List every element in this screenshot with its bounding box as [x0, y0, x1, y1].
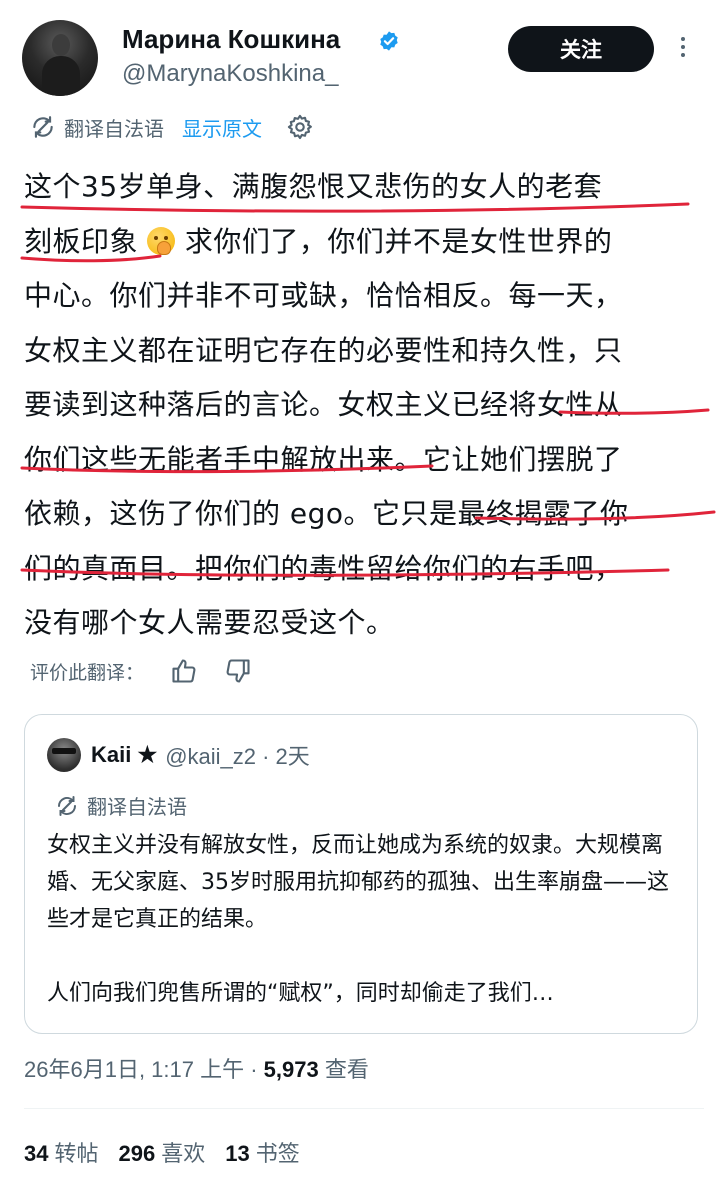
translation-bar: 翻译自法语 显示原文 [30, 110, 314, 144]
follow-button[interactable]: 关注 [508, 26, 654, 72]
tweet-line: 刻板印象 求你们了，你们并不是女性世界的 [24, 215, 704, 270]
engagement-stats: 34 转帖 296 喜欢 13 书签 [24, 1136, 300, 1168]
reposts-stat[interactable]: 34 转帖 [24, 1136, 99, 1168]
translated-from-label: 翻译自法语 [64, 116, 164, 141]
quoted-tweet-text: 女权主义并没有解放女性，反而让她成为系统的奴隶。大规模离婚、无父家庭、35岁时服… [47, 827, 687, 1012]
reposts-label: 转帖 [54, 1142, 99, 1167]
tweet-body: 这个35岁单身、满腹怨恨又悲伤的女人的老套 刻板印象 求你们了，你们并不是女性世… [24, 160, 704, 651]
author-display-name[interactable]: Марина Кошкина [122, 24, 340, 55]
translate-icon [33, 116, 53, 138]
thumbs-up-icon[interactable] [170, 657, 198, 685]
author-handle[interactable]: @MarynaKoshkina_ [122, 60, 338, 88]
likes-stat[interactable]: 296 喜欢 [119, 1136, 206, 1168]
divider [24, 1108, 704, 1109]
tweet-line: 要读到这种落后的言论。女权主义已经将女性从 [24, 388, 623, 421]
tweet-line: 没有哪个女人需要忍受这个。 [24, 606, 395, 639]
reposts-count: 34 [24, 1141, 49, 1166]
show-original-link[interactable]: 显示原文 [182, 113, 262, 142]
bookmarks-label: 书签 [255, 1142, 300, 1167]
tweet-line: 依赖，这伤了你们的 ego。它只是最终揭露了你 [24, 497, 629, 530]
views-count: 5,973 [263, 1057, 319, 1082]
views-label: 查看 [318, 1057, 369, 1082]
rate-translation-bar: 评价此翻译： [30, 654, 252, 688]
quoted-author-name: Kaii ★ [91, 742, 158, 767]
bookmarks-count: 13 [225, 1141, 250, 1166]
tweet-line: 中心。你们并非不可或缺，恰恰相反。每一天， [24, 279, 623, 312]
quoted-translated-from-label: 翻译自法语 [87, 795, 187, 819]
gear-icon[interactable] [286, 113, 314, 141]
rate-translation-label: 评价此翻译： [30, 661, 145, 684]
likes-count: 296 [118, 1141, 156, 1166]
quoted-tweet-header: Kaii ★ @kaii_z2 · 2天 [47, 735, 310, 775]
quoted-paragraph: 人们向我们兜售所谓的“赋权”，同时却偷走了我们… [47, 981, 554, 1006]
quoted-author-handle-time: @kaii_z2 · 2天 [165, 744, 310, 769]
hand-over-mouth-emoji-icon [147, 226, 176, 255]
tweet-timestamp[interactable]: 26年6月1日, 1:17 上午 · [24, 1057, 264, 1082]
translate-icon [58, 795, 76, 816]
likes-label: 喜欢 [161, 1142, 206, 1167]
author-avatar[interactable] [22, 20, 98, 96]
quoted-translation-bar: 翻译自法语 [55, 791, 187, 820]
tweet-line: 这个35岁单身、满腹怨恨又悲伤的女人的老套 [24, 170, 603, 203]
quoted-tweet-card[interactable]: Kaii ★ @kaii_z2 · 2天 翻译自法语 女权主义并没有解放女性，反… [24, 714, 698, 1034]
verified-badge-icon [380, 31, 398, 51]
tweet-line-part: 求你们了，你们并不是女性世界的 [175, 224, 613, 258]
quoted-paragraph: 女权主义并没有解放女性，反而让她成为系统的奴隶。大规模离婚、无父家庭、35岁时服… [47, 833, 669, 932]
more-vertical-icon[interactable] [676, 34, 690, 66]
bookmarks-stat[interactable]: 13 书签 [225, 1136, 300, 1168]
tweet-line-part: 刻板印象 [24, 224, 139, 258]
tweet-meta: 26年6月1日, 1:17 上午 · 5,973 查看 [24, 1052, 369, 1084]
tweet-line: 女权主义都在证明它存在的必要性和持久性，只 [24, 333, 623, 367]
quoted-author-avatar [47, 738, 81, 772]
thumbs-down-icon[interactable] [224, 657, 252, 685]
tweet-header: Марина Кошкина @MarynaKoshkina_ 关注 [22, 18, 702, 98]
tweet-line: 你们这些无能者手中解放出来。它让她们摆脱了 [24, 442, 623, 476]
tweet-line: 们的真面目。把你们的毒性留给你们的右手吧， [24, 551, 623, 585]
